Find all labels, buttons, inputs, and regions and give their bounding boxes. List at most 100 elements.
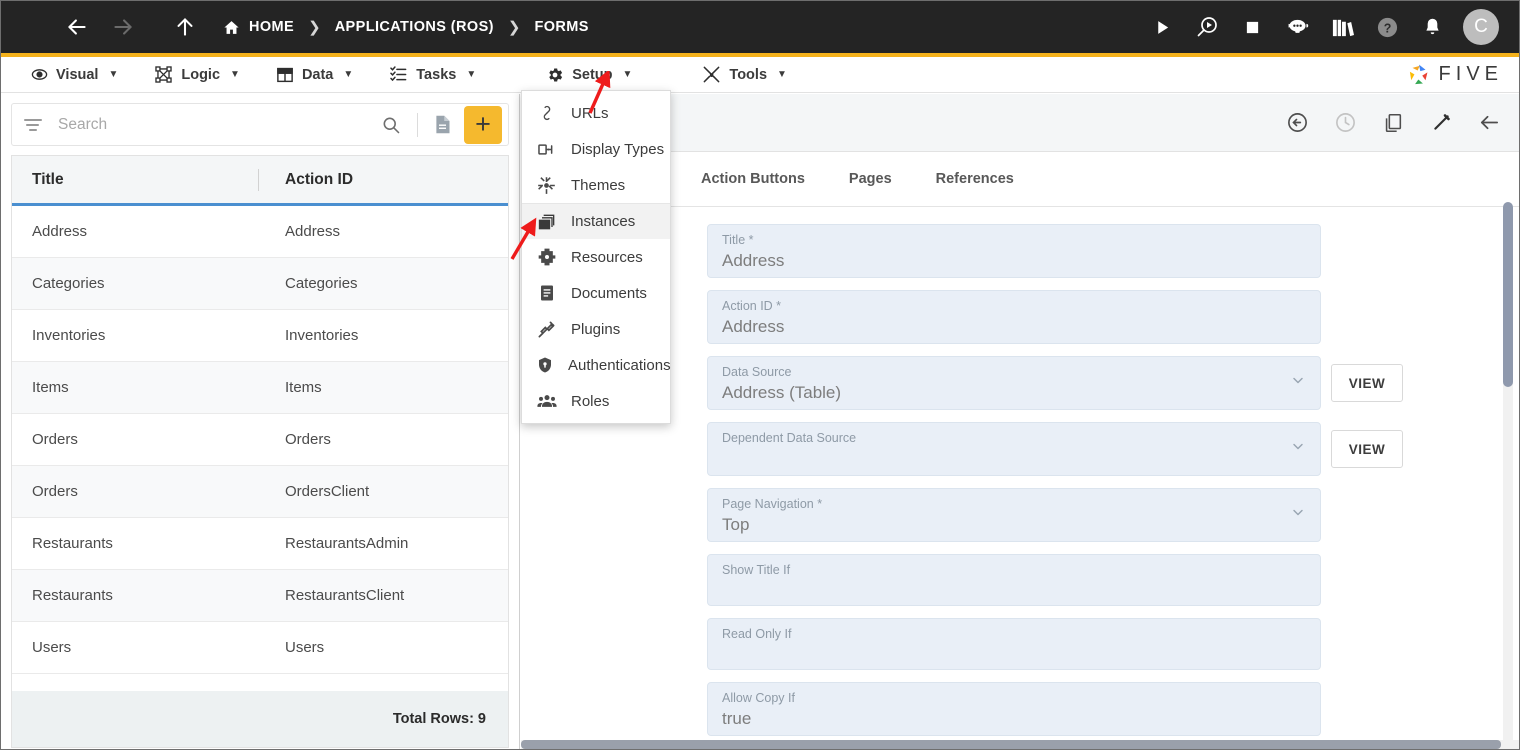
field-row-page-navigation: Page Navigation * Top	[707, 488, 1519, 542]
theme-palette-icon	[536, 176, 557, 195]
help-icon[interactable]: ?	[1373, 13, 1401, 41]
menu-icon[interactable]	[25, 18, 51, 36]
table-row[interactable]: Inventories Inventories	[12, 310, 508, 362]
field-dependent-data-source[interactable]: Dependent Data Source	[707, 422, 1321, 476]
menu-tools[interactable]: Tools ▼	[692, 57, 797, 93]
horizontal-scrollbar-thumb[interactable]	[521, 740, 1501, 749]
menu-item-documents-label: Documents	[571, 284, 647, 302]
application-window: HOME ❯ APPLICATIONS (ROS) ❯ FORMS ? C Vi…	[0, 0, 1520, 750]
filter-icon[interactable]	[24, 118, 46, 131]
menu-tasks[interactable]: Tasks ▼	[379, 57, 486, 93]
library-icon[interactable]	[1328, 13, 1356, 41]
view-dependent-data-source-button[interactable]: VIEW	[1331, 430, 1403, 468]
back-arrow-icon[interactable]	[57, 7, 97, 47]
notifications-icon[interactable]	[1418, 13, 1446, 41]
stop-icon[interactable]	[1238, 13, 1266, 41]
resources-puzzle-icon	[536, 247, 557, 267]
menu-setup[interactable]: Setup ▼	[536, 57, 642, 93]
form-scrollbar-thumb[interactable]	[1503, 202, 1513, 387]
menu-item-authentications[interactable]: Authentications	[522, 347, 671, 383]
field-action-id-label: Action ID *	[722, 299, 782, 313]
table-row[interactable]: Restaurants RestaurantsAdmin	[12, 518, 508, 570]
menu-item-roles-label: Roles	[571, 392, 610, 410]
field-show-title-if[interactable]: Show Title If	[707, 554, 1321, 606]
gear-icon	[546, 66, 564, 84]
add-form-button[interactable]: +	[464, 105, 502, 144]
back-icon[interactable]	[1475, 109, 1503, 137]
table-row[interactable]: Address Address	[12, 206, 508, 258]
menu-setup-label: Setup	[572, 66, 613, 83]
menu-logic-label: Logic	[181, 66, 221, 83]
menu-data[interactable]: Data ▼	[266, 57, 363, 93]
tab-pages[interactable]: Pages	[849, 171, 892, 187]
users-group-icon	[536, 391, 557, 411]
field-action-id-value: Address	[722, 316, 785, 336]
chevron-down-icon: ▼	[777, 69, 787, 80]
field-allow-copy-if[interactable]: Allow Copy If true	[707, 682, 1321, 736]
document-icon[interactable]	[427, 109, 457, 141]
menu-item-resources[interactable]: Resources	[522, 239, 670, 275]
chevron-down-icon[interactable]	[1290, 373, 1306, 394]
setup-dropdown-menu: URLs Display Types Themes Instances Reso…	[521, 90, 671, 424]
avatar[interactable]: C	[1463, 9, 1499, 45]
menu-item-documents[interactable]: Documents	[522, 275, 670, 311]
cell-action-id: Orders	[285, 431, 331, 448]
forward-arrow-icon[interactable]	[103, 7, 143, 47]
field-data-source[interactable]: Data Source Address (Table)	[707, 356, 1321, 410]
field-title[interactable]: Title * Address	[707, 224, 1321, 278]
field-read-only-if[interactable]: Read Only If	[707, 618, 1321, 670]
tab-action-buttons[interactable]: Action Buttons	[701, 171, 805, 187]
tab-references[interactable]: References	[936, 171, 1014, 187]
field-allow-copy-if-label: Allow Copy If	[722, 691, 795, 705]
view-data-source-button[interactable]: VIEW	[1331, 364, 1403, 402]
chevron-down-icon[interactable]	[1290, 439, 1306, 460]
history-icon[interactable]	[1331, 109, 1359, 137]
table-row[interactable]: Categories Categories	[12, 258, 508, 310]
column-header-title[interactable]: Title	[12, 171, 258, 189]
toolbar-divider	[417, 112, 418, 137]
search-icon[interactable]	[374, 108, 408, 142]
chevron-down-icon: ▼	[108, 69, 119, 80]
revert-icon[interactable]	[1283, 109, 1311, 137]
table-row[interactable]: Orders Orders	[12, 414, 508, 466]
up-arrow-icon[interactable]	[165, 7, 205, 47]
edit-icon[interactable]	[1427, 109, 1455, 137]
menu-item-roles[interactable]: Roles	[522, 383, 670, 419]
field-row-title: Title * Address	[707, 224, 1519, 278]
menu-item-plugins-label: Plugins	[571, 320, 621, 338]
menu-item-urls[interactable]: URLs	[522, 95, 670, 131]
table-row[interactable]: Items Items	[12, 362, 508, 414]
five-pinwheel-icon	[1409, 64, 1427, 84]
search-input[interactable]	[58, 115, 374, 134]
debug-icon[interactable]	[1193, 13, 1221, 41]
cell-title: Categories	[32, 275, 105, 292]
forms-grid: Title Action ID Address Address Categori…	[11, 155, 509, 748]
table-row[interactable]: Orders OrdersClient	[12, 466, 508, 518]
table-row[interactable]: Users Users	[12, 622, 508, 674]
field-row-data-source: Data Source Address (Table) VIEW	[707, 356, 1519, 410]
menu-item-instances-label: Instances	[571, 213, 636, 230]
field-page-navigation[interactable]: Page Navigation * Top	[707, 488, 1321, 542]
chevron-down-icon: ▼	[466, 69, 477, 80]
horizontal-scrollbar-track[interactable]	[521, 740, 1519, 749]
menu-item-instances[interactable]: Instances	[522, 203, 670, 239]
field-action-id[interactable]: Action ID * Address	[707, 290, 1321, 344]
menu-item-plugins[interactable]: Plugins	[522, 311, 670, 347]
cell-action-id: Address	[285, 223, 341, 240]
column-header-action-id[interactable]: Action ID	[259, 171, 353, 189]
breadcrumb-applications[interactable]: APPLICATIONS (ROS)	[335, 19, 494, 35]
menu-item-themes[interactable]: Themes	[522, 167, 670, 203]
field-row-show-title-if: Show Title If	[707, 554, 1519, 606]
run-icon[interactable]	[1148, 13, 1176, 41]
breadcrumb-forms[interactable]: FORMS	[534, 19, 588, 35]
breadcrumb-home[interactable]: HOME	[223, 19, 294, 36]
menu-item-display-types[interactable]: Display Types	[522, 131, 670, 167]
chevron-down-icon[interactable]	[1290, 505, 1306, 526]
table-row[interactable]: Restaurants RestaurantsClient	[12, 570, 508, 622]
copy-icon[interactable]	[1379, 109, 1407, 137]
home-icon	[223, 19, 240, 36]
menu-visual[interactable]: Visual ▼	[21, 57, 128, 93]
chevron-down-icon: ▼	[622, 69, 633, 80]
menu-logic[interactable]: Logic ▼	[144, 57, 250, 93]
chatbot-icon[interactable]	[1283, 13, 1311, 41]
